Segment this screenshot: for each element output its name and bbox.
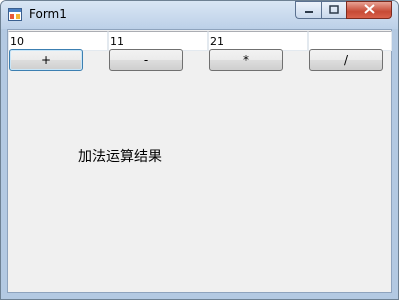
subtract-button[interactable]: -	[109, 49, 183, 71]
close-icon	[363, 3, 375, 17]
multiply-button[interactable]: *	[209, 49, 283, 71]
app-window-icon	[8, 8, 22, 21]
add-button[interactable]: +	[9, 49, 83, 71]
close-button[interactable]	[346, 1, 392, 19]
caption-buttons	[295, 1, 392, 21]
maximize-button[interactable]	[321, 1, 346, 19]
result-label: 加法运算结果	[78, 149, 162, 165]
divide-button[interactable]: /	[309, 49, 383, 71]
operand-2-field[interactable]	[108, 31, 208, 51]
operand-1-field[interactable]	[8, 31, 108, 51]
form1-window: Form1 + - * /	[0, 0, 399, 300]
window-title: Form1	[29, 7, 67, 21]
minimize-button[interactable]	[295, 1, 321, 19]
result-field[interactable]	[208, 31, 308, 51]
maximize-icon	[329, 3, 339, 17]
extra-field[interactable]	[308, 31, 392, 51]
title-bar[interactable]: Form1	[1, 1, 398, 29]
minimize-icon	[304, 3, 314, 17]
client-area: + - * / 加法运算结果	[7, 29, 392, 293]
